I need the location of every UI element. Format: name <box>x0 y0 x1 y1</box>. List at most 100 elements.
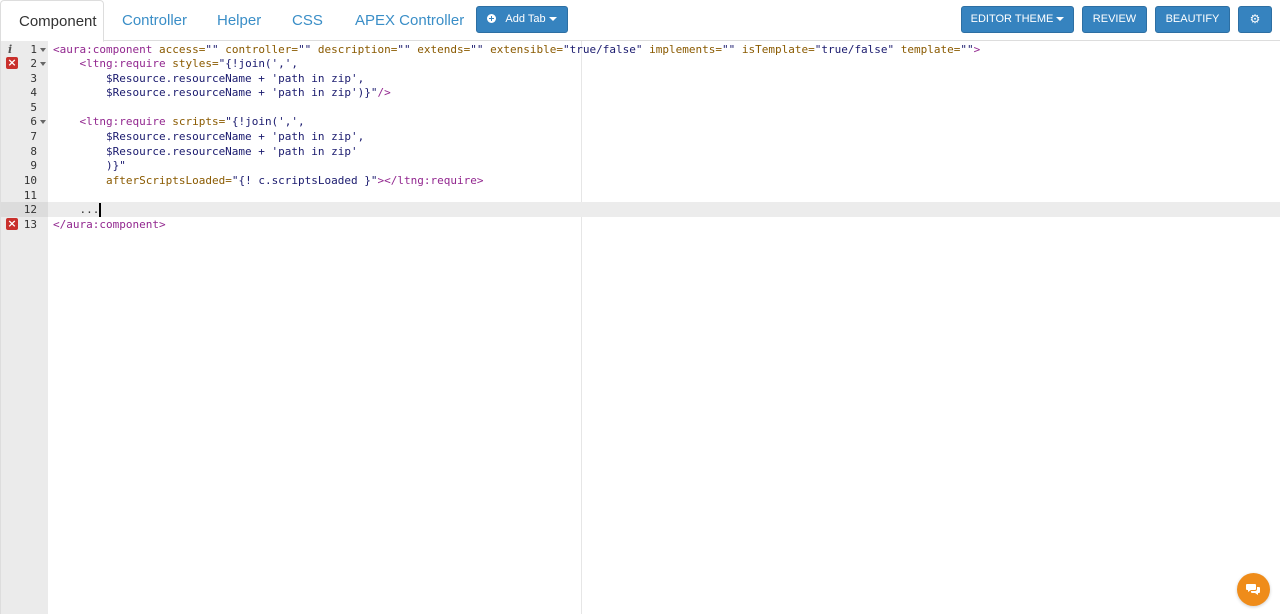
code-line: × 2 <ltng:require styles="{!join(',', <box>1 56 1280 71</box>
text-cursor <box>99 203 101 217</box>
code-text: $Resource.resourceName + 'path in zip')}… <box>53 85 391 100</box>
line-number: 12 <box>23 203 37 216</box>
code-string: "" <box>298 43 312 56</box>
line-number: 8 <box>30 145 37 158</box>
code-text: <ltng:require scripts="{!join(',', <box>53 114 305 129</box>
code-text: )}" <box>53 159 126 172</box>
code-attr: implements= <box>642 43 722 56</box>
code-line: i 1 <aura:component access="" controller… <box>1 42 1280 57</box>
code-attr: template= <box>894 43 961 56</box>
code-text: ... <box>53 203 100 216</box>
tab-label: Component <box>19 13 97 30</box>
code-text: afterScriptsLoaded="{! c.scriptsLoaded }… <box>53 173 484 188</box>
code-line: × 13 </aura:component> <box>1 217 1280 232</box>
code-text: <aura:component access="" controller="" … <box>53 42 980 57</box>
chat-button[interactable] <box>1237 573 1270 606</box>
line-number: 9 <box>30 159 37 172</box>
review-button[interactable]: REVIEW <box>1082 6 1147 33</box>
code-tag: <aura:component <box>53 43 153 56</box>
editor-theme-button[interactable]: EDITOR THEME <box>961 6 1074 33</box>
code-string: "{!join(',', <box>225 115 305 128</box>
chat-bubbles-icon <box>1246 584 1260 595</box>
code-string: "" <box>470 43 484 56</box>
review-label: REVIEW <box>1092 13 1137 25</box>
code-line: 10 afterScriptsLoaded="{! c.scriptsLoade… <box>1 173 1280 188</box>
code-string: "{! c.scriptsLoaded }" <box>231 174 378 187</box>
code-attr: isTemplate= <box>735 43 815 56</box>
code-text: $Resource.resourceName + 'path in zip', <box>53 130 365 143</box>
line-number: 11 <box>23 189 37 202</box>
tab-label: Helper <box>217 12 262 29</box>
code-string: "" <box>960 43 974 56</box>
editor-theme-label: EDITOR THEME <box>970 13 1054 25</box>
code-attr: scripts= <box>165 115 226 128</box>
code-line: 6 <ltng:require scripts="{!join(',', <box>1 114 1280 129</box>
code-attr: extends= <box>410 43 471 56</box>
line-number: 2 <box>30 57 37 70</box>
line-number: 13 <box>23 218 37 231</box>
code-tag: <ltng:require <box>79 115 166 128</box>
plus-circle-icon <box>487 14 497 23</box>
add-tab-button[interactable]: Add Tab <box>476 6 568 33</box>
caret-down-icon <box>1056 17 1065 22</box>
code-text: $Resource.resourceName + 'path in zip', <box>53 72 365 85</box>
code-attr: extensible= <box>483 43 563 56</box>
code-string: $Resource.resourceName + 'path in zip')}… <box>53 86 378 99</box>
beautify-button[interactable]: BEAUTIFY <box>1155 6 1230 33</box>
gear-icon: ⚙ <box>1249 12 1261 26</box>
code-tag: ></ltng:require> <box>377 174 484 187</box>
code-text: $Resource.resourceName + 'path in zip' <box>53 145 358 158</box>
code-attr: description= <box>311 43 398 56</box>
code-text: <ltng:require styles="{!join(',', <box>53 56 299 71</box>
line-number: 6 <box>30 115 37 128</box>
code-string: "{!join(',', <box>218 57 299 70</box>
code-attr: styles= <box>165 57 219 70</box>
tab-apex-controller[interactable]: APEX Controller <box>337 0 482 41</box>
line-number: 7 <box>30 130 37 143</box>
code-string: "" <box>721 43 736 56</box>
code-text: </aura:component> <box>53 218 166 231</box>
line-number: 10 <box>23 174 37 187</box>
code-line: 9 )}" <box>1 158 1280 173</box>
code-line: 11 <box>1 188 1280 203</box>
tab-label: APEX Controller <box>355 12 465 29</box>
line-number: 5 <box>30 101 37 114</box>
code-string: "" <box>205 43 219 56</box>
fold-toggle-icon[interactable] <box>40 62 46 66</box>
settings-button[interactable]: ⚙ <box>1238 6 1272 33</box>
tab-helper[interactable]: Helper <box>199 0 279 41</box>
beautify-label: BEAUTIFY <box>1165 13 1220 25</box>
add-tab-label: Add Tab <box>505 13 546 25</box>
code-line: 3 $Resource.resourceName + 'path in zip'… <box>1 71 1280 86</box>
code-attr: controller= <box>218 43 299 56</box>
code-tag: <ltng:require <box>79 57 166 70</box>
line-number: 4 <box>30 86 37 99</box>
code-editor[interactable]: i 1 <aura:component access="" controller… <box>0 41 1280 614</box>
line-number: 1 <box>30 43 37 56</box>
code-line-active: 12 ... <box>1 202 1280 217</box>
code-attr: afterScriptsLoaded= <box>105 174 232 187</box>
tab-bar: Component Controller Helper CSS APEX Con… <box>0 0 1280 42</box>
code-string: "true/false" <box>563 43 643 56</box>
code-line: 4 $Resource.resourceName + 'path in zip'… <box>1 85 1280 100</box>
tab-controller[interactable]: Controller <box>104 0 205 41</box>
fold-toggle-icon[interactable] <box>40 120 46 124</box>
code-string: "" <box>397 43 411 56</box>
code-attr: access= <box>152 43 206 56</box>
code-line: 7 $Resource.resourceName + 'path in zip'… <box>1 129 1280 144</box>
tab-label: Controller <box>122 12 188 29</box>
tab-css[interactable]: CSS <box>274 0 341 41</box>
tab-component[interactable]: Component <box>0 0 104 42</box>
fold-toggle-icon[interactable] <box>40 48 46 52</box>
code-tag: /> <box>377 86 391 99</box>
caret-down-icon <box>548 17 557 22</box>
code-string: "true/false" <box>814 43 895 56</box>
code-line: 5 <box>1 100 1280 115</box>
tab-label: CSS <box>292 12 323 29</box>
code-tag: > <box>973 43 981 56</box>
code-line: 8 $Resource.resourceName + 'path in zip' <box>1 144 1280 159</box>
line-number: 3 <box>30 72 37 85</box>
